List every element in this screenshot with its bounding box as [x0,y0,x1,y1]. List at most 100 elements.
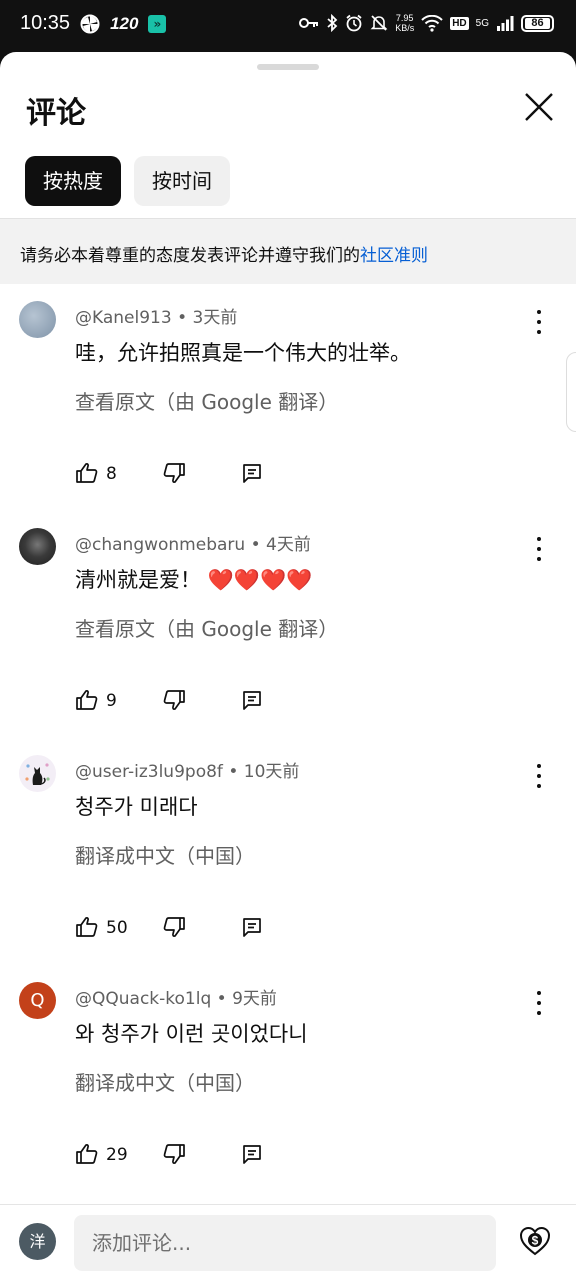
signal-icon [496,15,514,31]
like-count: 8 [106,464,117,484]
reply-button[interactable] [241,1143,263,1165]
thumb-up-icon [76,463,98,483]
reply-button[interactable] [241,462,263,484]
status-time: 10:35 [20,12,71,34]
comment-author[interactable]: @user-iz3lu9po8f [75,762,223,782]
more-options-button[interactable] [529,537,549,561]
avatar[interactable] [19,755,56,792]
bluetooth-icon [326,14,338,32]
thumb-down-icon [163,917,185,937]
like-button[interactable] [75,915,99,939]
like-count: 29 [106,1145,128,1165]
avatar[interactable]: Q [19,982,56,1019]
dislike-button[interactable] [162,915,186,939]
translate-link[interactable]: 查看原文（由 Google 翻译） [75,613,338,642]
more-options-button[interactable] [529,991,549,1015]
comment-composer: 洋 $ [0,1204,576,1280]
more-options-button[interactable] [529,764,549,788]
meta-separator: • [228,762,239,782]
comment-text: 청주가 미래다 [75,795,198,819]
thumb-up-icon [76,690,98,710]
thumb-down-icon [163,1144,185,1164]
comment-item: Q @QQuack-ko1lq • 9天前 와 청주가 이런 곳이었다니 翻译成… [0,965,576,1192]
refresh-rate: 120 [110,13,139,33]
dislike-button[interactable] [162,688,186,712]
comment-item: @changwonmebaru • 4天前 清州就是爱！ ❤️❤️❤️❤️ 查看… [0,511,576,738]
comment-author[interactable]: @Kanel913 [75,308,172,328]
thumb-up-icon [76,917,98,937]
thumb-down-icon [163,690,185,710]
comments-sheet: 评论 按热度 按时间 请务必本着尊重的态度发表评论并遵守我们的社区准则 @Kan… [0,52,576,1280]
translate-link[interactable]: 翻译成中文（中国） [75,1067,255,1096]
dislike-button[interactable] [162,1142,186,1166]
pinwheel-icon [80,14,100,34]
app-notification-icon: » [148,14,167,33]
close-button[interactable] [522,90,556,124]
avatar-letter: Q [30,990,45,1011]
thumb-up-icon [76,1144,98,1164]
reply-icon [243,1145,261,1164]
my-avatar[interactable]: 洋 [19,1223,56,1260]
edge-panel-handle[interactable] [566,352,576,432]
heart-dollar-icon: $ [519,1226,551,1256]
reply-icon [243,918,261,937]
reply-icon [243,464,261,483]
close-icon [525,93,553,121]
meta-separator: • [177,308,188,328]
translate-link[interactable]: 查看原文（由 Google 翻译） [75,386,338,415]
like-button[interactable] [75,461,99,485]
comment-actions: 8 [75,461,375,491]
svg-text:$: $ [532,1234,539,1248]
comment-meta: @changwonmebaru • 4天前 [75,530,311,555]
status-bar: 10:35 120 » 7.95 KB/s HD 5G 86 [0,0,576,52]
comment-item: @user-iz3lu9po8f • 10天前 청주가 미래다 翻译成中文（中国… [0,738,576,965]
notice-text: 请务必本着尊重的态度发表评论并遵守我们的 [20,246,360,266]
like-count: 9 [106,691,117,711]
meta-separator: • [216,989,227,1009]
comment-actions: 9 [75,688,375,718]
more-options-button[interactable] [529,310,549,334]
avatar[interactable] [19,528,56,565]
reply-button[interactable] [241,916,263,938]
thumb-down-icon [163,463,185,483]
community-guidelines-link[interactable]: 社区准则 [360,246,428,266]
sort-by-top-chip[interactable]: 按热度 [25,156,121,206]
avatar[interactable] [19,301,56,338]
like-button[interactable] [75,688,99,712]
comment-time: 4天前 [266,535,311,555]
comment-actions: 29 [75,1142,375,1172]
translate-link[interactable]: 翻译成中文（中国） [75,840,255,869]
alarm-icon [345,14,363,32]
comment-meta: @user-iz3lu9po8f • 10天前 [75,757,299,782]
community-notice: 请务必本着尊重的态度发表评论并遵守我们的社区准则 [0,218,576,284]
sort-by-newest-chip[interactable]: 按时间 [134,156,230,206]
page-title: 评论 [26,96,86,131]
like-button[interactable] [75,1142,99,1166]
comment-time: 3天前 [192,308,238,328]
comment-item: @Kanel913 • 3天前 哇，允许拍照真是一个伟大的壮举。 查看原文（由 … [0,284,576,511]
like-count: 50 [106,918,128,938]
drag-handle[interactable] [257,64,319,70]
super-thanks-button[interactable]: $ [518,1224,552,1258]
comment-author[interactable]: @QQuack-ko1lq [75,989,211,1009]
reply-button[interactable] [241,689,263,711]
comment-input[interactable] [74,1215,496,1271]
key-icon [299,16,319,30]
comment-actions: 50 [75,915,375,945]
dislike-button[interactable] [162,461,186,485]
comment-meta: @QQuack-ko1lq • 9天前 [75,984,277,1009]
comment-time: 10天前 [243,762,300,782]
network-type: 5G [475,17,489,29]
comment-text: 와 청주가 이런 곳이었다니 [75,1022,308,1046]
comment-list: @Kanel913 • 3天前 哇，允许拍照真是一个伟大的壮举。 查看原文（由 … [0,284,576,1192]
reply-icon [243,691,261,710]
comment-author[interactable]: @changwonmebaru [75,535,245,555]
hd-badge: HD [450,16,469,30]
mute-icon [370,14,388,32]
comment-meta: @Kanel913 • 3天前 [75,303,237,328]
comment-text: 哇，允许拍照真是一个伟大的壮举。 [75,341,411,365]
cat-icon [25,763,50,785]
sort-chips: 按热度 按时间 [25,156,230,206]
battery-icon: 86 [521,14,554,32]
network-speed: 7.95 KB/s [395,13,415,33]
